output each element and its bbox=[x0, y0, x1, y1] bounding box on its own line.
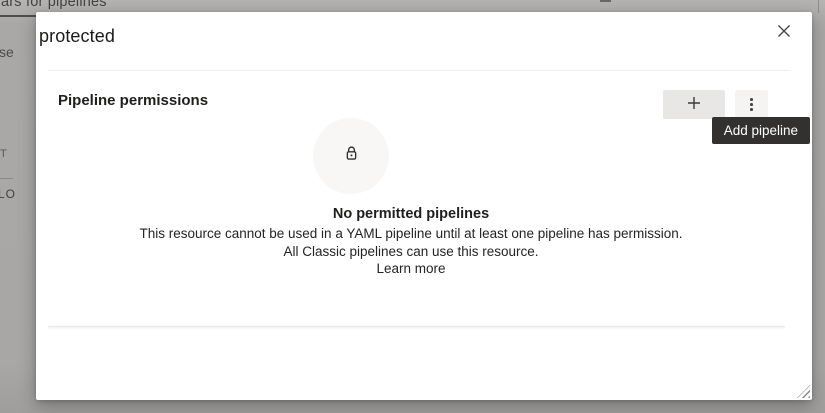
background-text-fragment: se bbox=[0, 44, 14, 60]
empty-state: No permitted pipelines This resource can… bbox=[36, 206, 812, 278]
background-text-fragment: T bbox=[0, 148, 7, 160]
empty-state-line1: This resource cannot be used in a YAML p… bbox=[36, 225, 786, 243]
background-divider-fragment bbox=[0, 178, 13, 179]
more-options-button[interactable] bbox=[735, 90, 768, 119]
dialog-title: protected bbox=[39, 26, 115, 47]
empty-state-line2: All Classic pipelines can use this resou… bbox=[36, 243, 786, 261]
lock-icon-circle bbox=[313, 118, 389, 194]
add-pipeline-tooltip: Add pipeline bbox=[712, 117, 810, 144]
section-title: Pipeline permissions bbox=[58, 92, 208, 109]
title-divider bbox=[48, 70, 790, 71]
close-button[interactable] bbox=[770, 18, 798, 46]
background-heading-underline bbox=[0, 15, 37, 17]
empty-state-title: No permitted pipelines bbox=[36, 206, 786, 222]
close-icon bbox=[777, 24, 791, 41]
pipeline-permissions-dialog: protected Pipeline permissions Add pipel… bbox=[36, 12, 812, 400]
learn-more-link[interactable]: Learn more bbox=[376, 261, 445, 276]
background-text-fragment: LO bbox=[0, 187, 16, 201]
content-bottom-divider bbox=[48, 326, 785, 327]
background-page-heading: ars for pipelines bbox=[1, 0, 107, 10]
lock-icon bbox=[343, 145, 360, 167]
screen: ars for pipelines se T LO protected Pipe… bbox=[0, 0, 825, 413]
background-border-fragment bbox=[818, 0, 819, 13]
background-artifact bbox=[600, 0, 611, 2]
resize-handle[interactable] bbox=[797, 385, 810, 398]
add-pipeline-button[interactable] bbox=[663, 90, 725, 119]
kebab-menu-icon bbox=[750, 98, 753, 111]
plus-icon bbox=[686, 95, 702, 114]
